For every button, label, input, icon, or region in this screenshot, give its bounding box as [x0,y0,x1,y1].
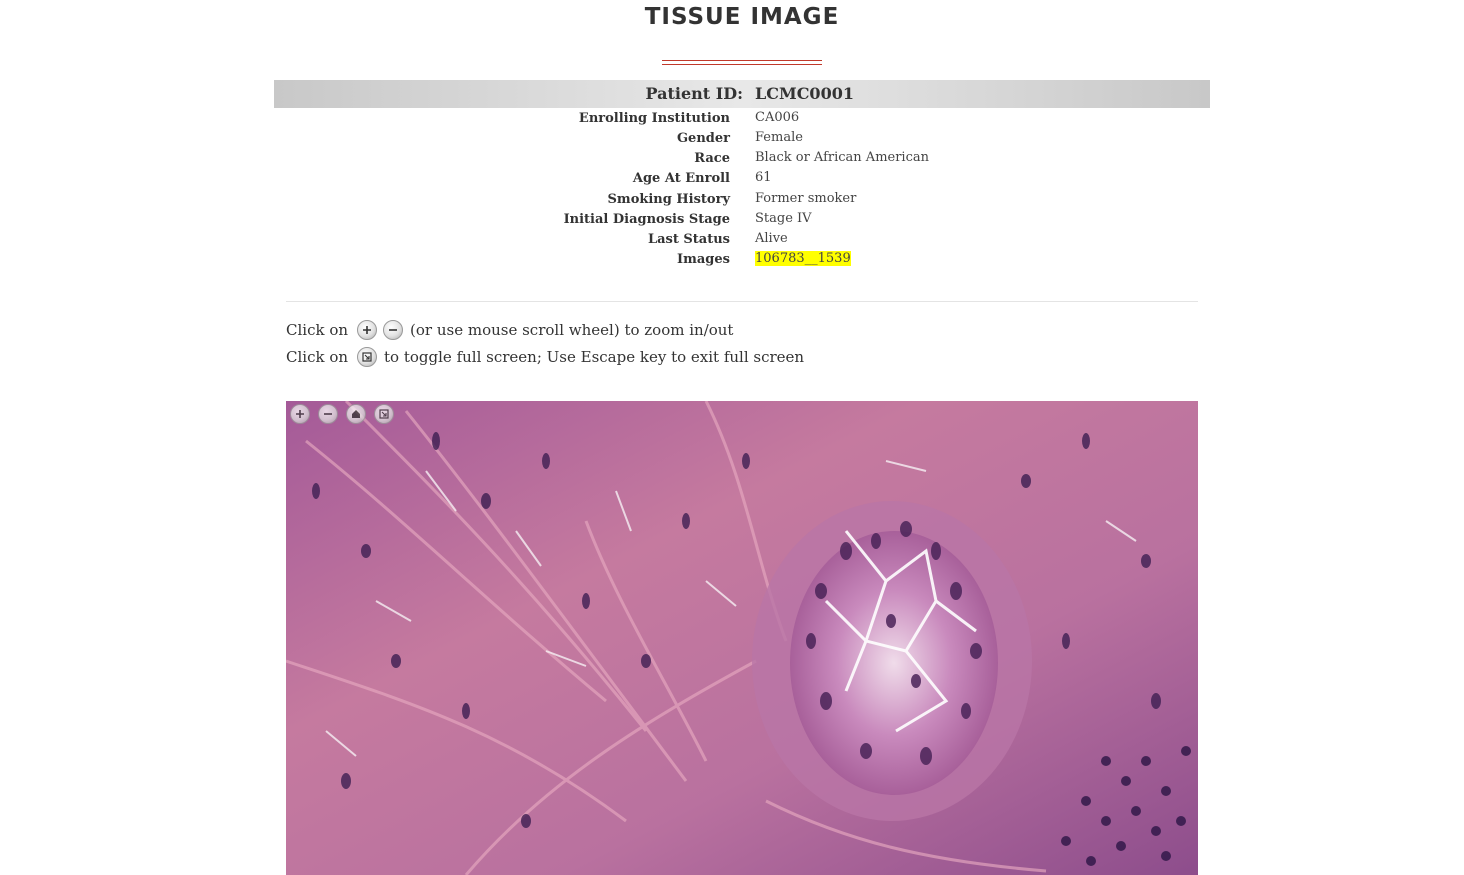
fullscreen-button[interactable] [374,404,394,424]
patient-header-bar: Patient ID: LCMC0001 [274,80,1210,108]
zoom-out-button[interactable] [318,404,338,424]
info-row-images: Images 106783__1539 [0,251,1464,272]
info-row-enrolling-institution: Enrolling Institution CA006 [0,110,1464,131]
info-label: Enrolling Institution [578,111,730,126]
info-value: Former smoker [755,191,857,206]
info-value: 61 [755,170,772,185]
zoom-in-button[interactable] [290,404,310,424]
info-value: Black or African American [755,150,929,165]
section-divider [286,301,1198,302]
info-label: Gender [676,131,730,146]
info-row-smoking-history: Smoking History Former smoker [0,191,1464,212]
info-value: Alive [755,231,788,246]
instruction-prefix: Click on [286,321,349,339]
zoom-in-icon [357,320,378,340]
info-value: Female [755,130,803,145]
info-row-race: Race Black or African American [0,150,1464,171]
info-label: Last Status [647,232,730,247]
title-divider [662,60,822,65]
zoom-out-icon [383,320,404,340]
info-label: Smoking History [607,192,730,207]
patient-id-value: LCMC0001 [755,84,854,103]
page-title: TISSUE IMAGE [644,4,840,30]
tissue-image-viewer[interactable] [286,401,1198,875]
info-row-age-at-enroll: Age At Enroll 61 [0,170,1464,191]
info-value: Stage IV [755,211,812,226]
zoom-instruction: Click on (or use mouse scroll wheel) to … [286,320,733,340]
instruction-prefix: Click on [286,348,349,366]
viewer-controls [290,404,394,424]
info-label: Images [677,252,730,267]
instruction-text: to toggle full screen; Use Escape key to… [384,348,805,366]
info-row-last-status: Last Status Alive [0,231,1464,252]
image-link[interactable]: 106783__1539 [755,251,851,266]
home-button[interactable] [346,404,366,424]
tissue-image [286,401,1198,875]
info-value: CA006 [755,110,800,125]
patient-id-label: Patient ID: [645,84,743,103]
info-label: Initial Diagnosis Stage [563,212,730,227]
instruction-text: (or use mouse scroll wheel) to zoom in/o… [410,321,734,339]
info-label: Age At Enroll [632,171,730,186]
info-row-gender: Gender Female [0,130,1464,151]
fullscreen-icon [357,347,378,367]
fullscreen-instruction: Click on to toggle full screen; Use Esca… [286,347,804,367]
info-label: Race [694,151,730,166]
info-row-initial-diagnosis-stage: Initial Diagnosis Stage Stage IV [0,211,1464,232]
